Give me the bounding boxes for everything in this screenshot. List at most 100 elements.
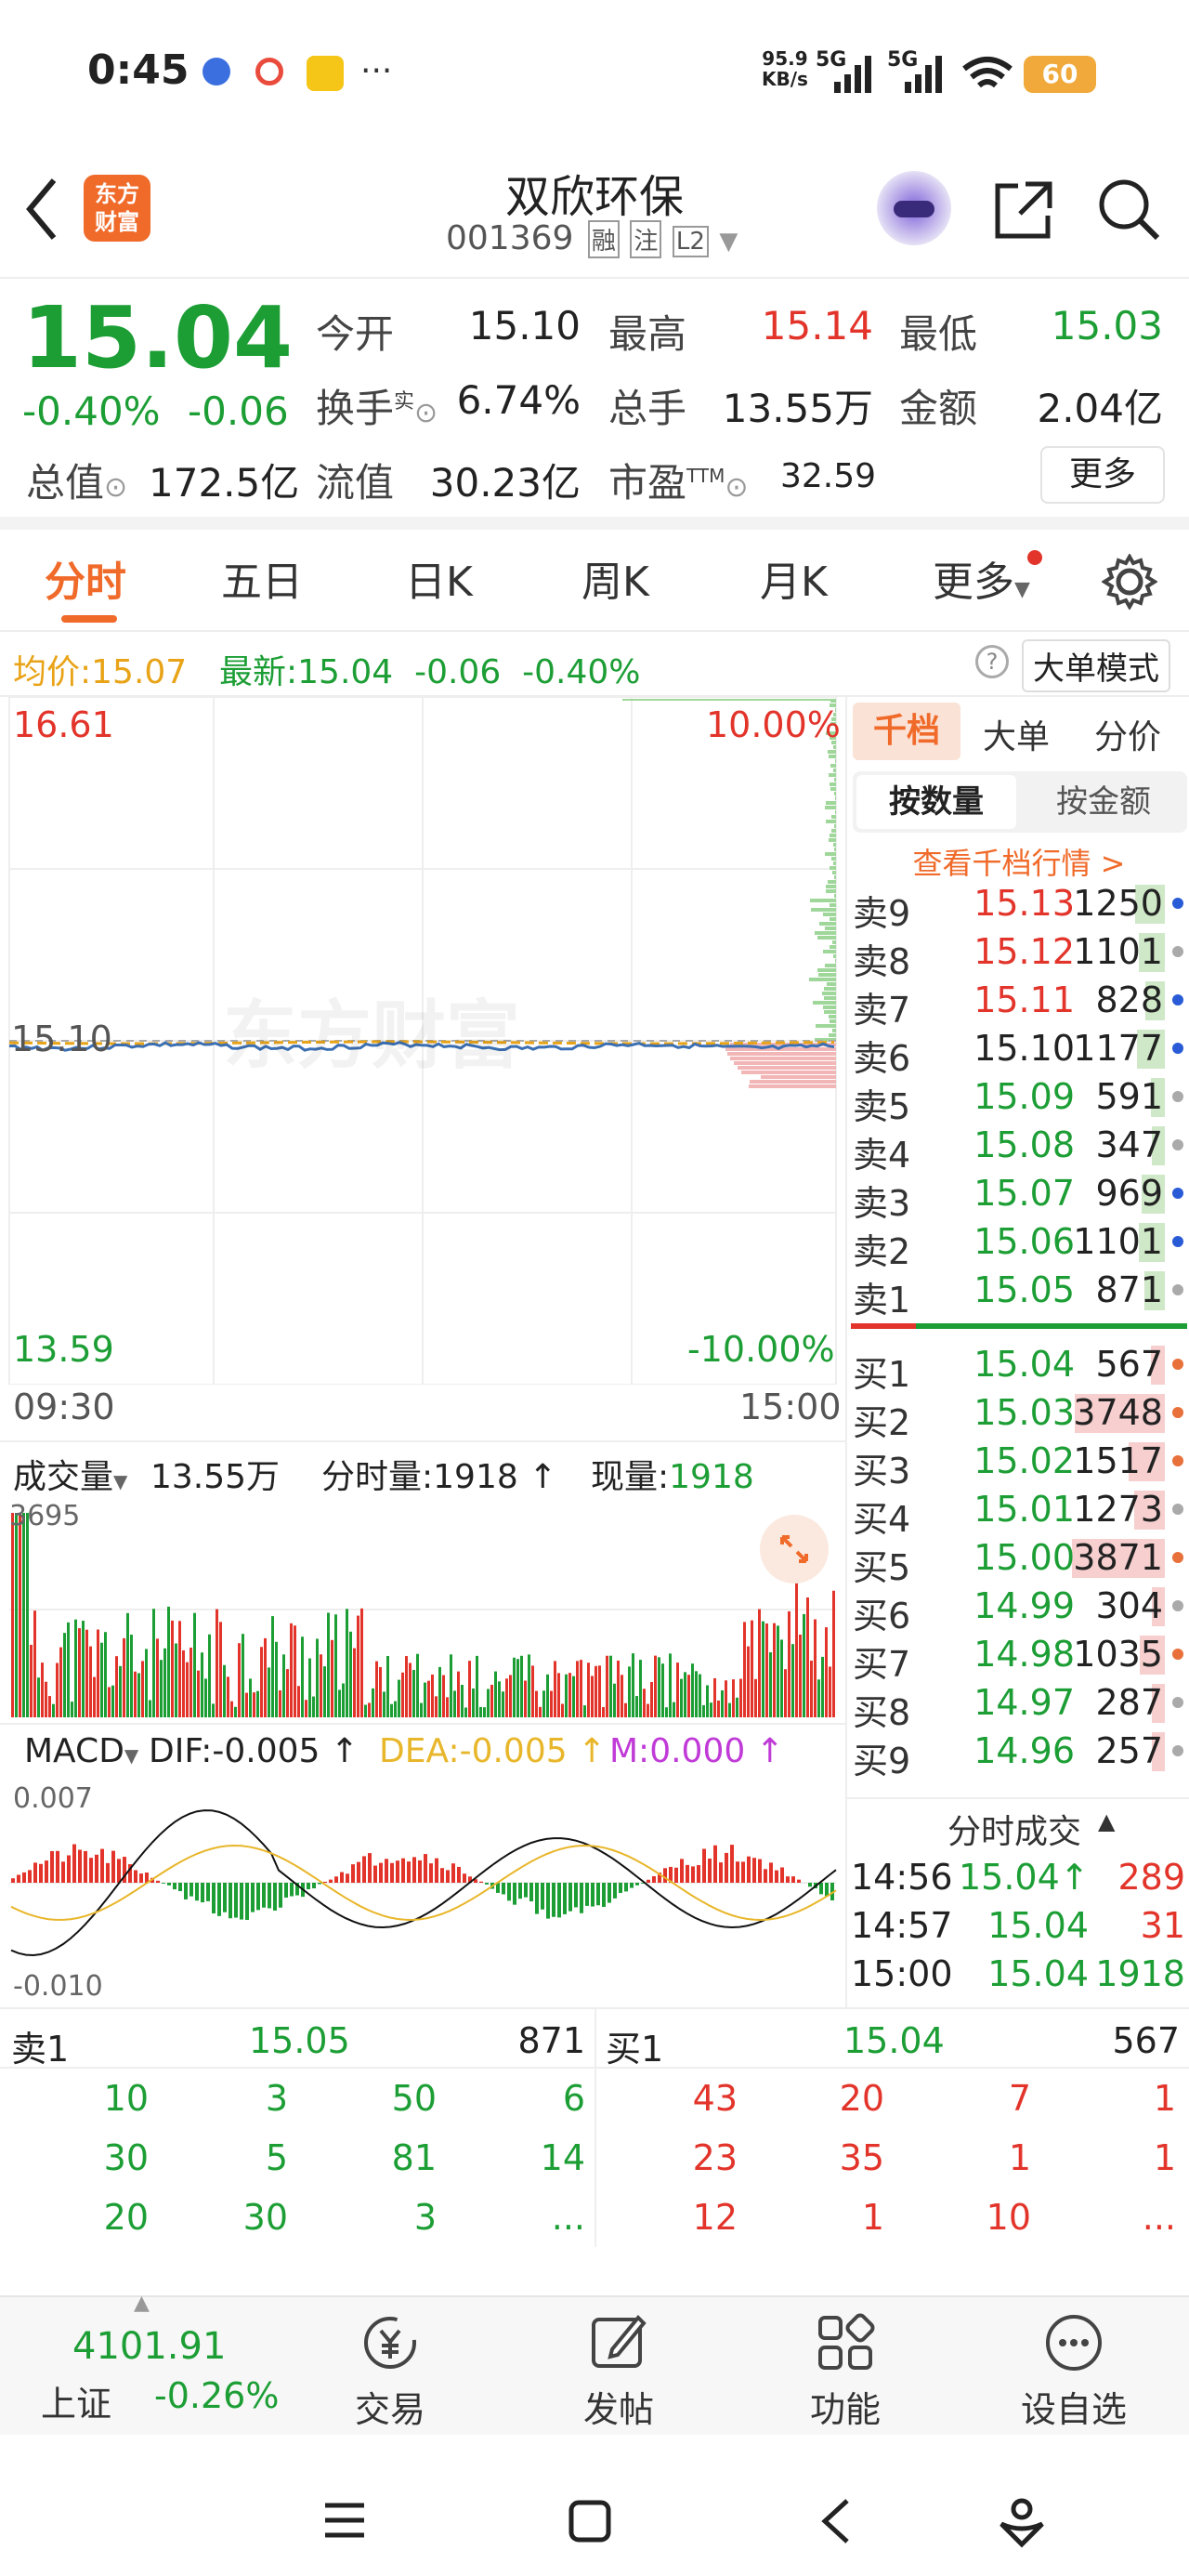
- buy-level-row[interactable]: 买2 15.03 3748: [847, 1388, 1189, 1443]
- volume-bar: [253, 1692, 255, 1717]
- macd-bar: [786, 1876, 790, 1883]
- volume-bar: [182, 1649, 185, 1717]
- intraday-chart-area[interactable]: 16.61 10.00% 15.10 13.59 -10.00% 东方财富 09…: [0, 697, 845, 2007]
- tab-5day[interactable]: 五日: [221, 548, 303, 608]
- macd-bar: [797, 1879, 801, 1883]
- volume-bar: [624, 1702, 627, 1717]
- help-icon[interactable]: ?: [975, 645, 1009, 678]
- macd-bar: [167, 1883, 171, 1886]
- depth-bar: [816, 1024, 836, 1028]
- macd-bar: [84, 1850, 87, 1883]
- tab-price-dist[interactable]: 分价: [1094, 710, 1161, 758]
- sell-level-row[interactable]: 卖2 15.06 1101: [847, 1217, 1189, 1272]
- sell-level-row[interactable]: 卖5 15.09 591: [847, 1072, 1189, 1127]
- macd-chart[interactable]: [0, 1781, 845, 2007]
- macd-dropdown[interactable]: MACD▼: [24, 1732, 138, 1770]
- sell-level-volume: 1250: [1073, 883, 1163, 924]
- change-percent: -0.40%: [22, 388, 161, 434]
- volume-bar: [509, 1675, 512, 1717]
- macd-bar: [379, 1862, 383, 1883]
- buy-level-row[interactable]: 买3 15.02 1517: [847, 1437, 1189, 1492]
- macd-bar: [674, 1867, 678, 1883]
- buy-level-row[interactable]: 买7 14.98 1035: [847, 1630, 1189, 1685]
- buy-level-row[interactable]: 买1 15.04 567: [847, 1340, 1189, 1395]
- add-watchlist-button[interactable]: 设自选: [1000, 2310, 1148, 2432]
- depth-bar: [832, 940, 836, 944]
- volume-bar: [349, 1631, 352, 1717]
- gear-icon[interactable]: [1102, 554, 1157, 610]
- yuan-cycle-icon: [364, 2317, 416, 2369]
- detail-sell-cell: 30: [242, 2197, 288, 2238]
- buy-level-row[interactable]: 买6 14.99 304: [847, 1582, 1189, 1636]
- volume-dropdown[interactable]: 成交量▼: [13, 1450, 127, 1498]
- sell-level-dot: [1172, 1236, 1183, 1247]
- sell-level-row[interactable]: 卖9 15.13 1250: [847, 879, 1189, 934]
- sort-by-amount-button[interactable]: 按金额: [1024, 775, 1183, 829]
- tab-intraday[interactable]: 分时: [45, 548, 126, 608]
- tab-weekly-k[interactable]: 周K: [581, 548, 649, 608]
- volume-bar: [390, 1703, 393, 1717]
- index-ticker[interactable]: ▲ 4101.91 上证 -0.26%: [6, 2292, 279, 2433]
- sort-by-qty-button[interactable]: 按数量: [856, 775, 1016, 829]
- post-button[interactable]: 发帖: [544, 2310, 693, 2432]
- sell-level-row[interactable]: 卖1 15.05 871: [847, 1266, 1189, 1321]
- assistant-icon[interactable]: [996, 2494, 1048, 2548]
- macd-bar: [173, 1883, 176, 1890]
- volume-bar: [401, 1672, 404, 1717]
- detail-sell-cell: 20: [103, 2197, 149, 2238]
- function-button[interactable]: 功能: [771, 2310, 920, 2432]
- tab-more[interactable]: 更多▼: [933, 548, 1030, 608]
- volume-bar: [751, 1620, 753, 1717]
- index-value: 4101.91: [72, 2325, 227, 2368]
- depth-bar: [833, 861, 836, 865]
- buy-level-price: 15.02: [973, 1440, 1075, 1481]
- volume-chart[interactable]: [0, 1498, 845, 1721]
- big-order-mode-button[interactable]: 大单模式: [1022, 639, 1170, 692]
- home-square-icon[interactable]: [567, 2498, 613, 2544]
- sell-level-row[interactable]: 卖3 15.07 969: [847, 1169, 1189, 1224]
- sell-level-row[interactable]: 卖7 15.11 828: [847, 976, 1189, 1031]
- sell-level-row[interactable]: 卖4 15.08 347: [847, 1121, 1189, 1176]
- macd-bar: [624, 1883, 628, 1892]
- view-thousand-link[interactable]: 查看千档行情 >: [847, 840, 1189, 883]
- sell-level-row[interactable]: 卖8 15.12 1101: [847, 927, 1189, 982]
- tab-big-order[interactable]: 大单: [983, 710, 1050, 758]
- macd-bar: [825, 1883, 829, 1897]
- trade-price: 15.04: [987, 1953, 1089, 1994]
- sell-level-volume: 591: [1095, 1076, 1163, 1117]
- clock: 0:45: [87, 46, 189, 94]
- buy-level-dot: [1172, 1552, 1183, 1563]
- volume-bar: [450, 1654, 452, 1717]
- sell-level-row[interactable]: 卖6 15.10 1177: [847, 1024, 1189, 1079]
- macd-bar: [229, 1883, 232, 1919]
- macd-bar: [106, 1862, 110, 1883]
- tab-daily-k[interactable]: 日K: [405, 548, 473, 608]
- tab-thousand-level[interactable]: 千档: [853, 703, 960, 760]
- tab-monthly-k[interactable]: 月K: [760, 548, 828, 608]
- assistant-robot-icon[interactable]: [877, 171, 951, 245]
- more-button[interactable]: 更多: [1040, 446, 1165, 504]
- search-icon[interactable]: [1096, 177, 1161, 242]
- expand-icon[interactable]: [760, 1515, 829, 1584]
- macd-bar: [764, 1869, 767, 1883]
- buy-level-row[interactable]: 买9 14.96 257: [847, 1727, 1189, 1781]
- buy-level-row[interactable]: 买4 15.01 1273: [847, 1485, 1189, 1540]
- buy-level-row[interactable]: 买8 14.97 287: [847, 1678, 1189, 1733]
- back-arrow-icon[interactable]: [24, 177, 61, 242]
- share-icon[interactable]: [992, 177, 1057, 242]
- back-icon[interactable]: [817, 2496, 855, 2546]
- trades-header[interactable]: 分时成交 ▲: [847, 1797, 1189, 1851]
- volume-total: 13.55万: [150, 1458, 281, 1496]
- macd-bar: [262, 1883, 266, 1908]
- depth-bar: [825, 806, 836, 809]
- menu-icon[interactable]: [321, 2500, 368, 2541]
- y-axis-bottom-label: 13.59: [13, 1329, 114, 1370]
- trade-button[interactable]: 交易: [316, 2310, 464, 2432]
- macd-bar: [184, 1883, 188, 1899]
- volume-bar: [483, 1707, 486, 1717]
- macd-bar: [791, 1876, 795, 1883]
- eastmoney-logo[interactable]: 东方 财富: [84, 175, 150, 242]
- stock-code-row[interactable]: 001369 融 注 L2 ▼: [446, 219, 738, 258]
- buy-level-row[interactable]: 买5 15.00 3871: [847, 1533, 1189, 1588]
- volume-bar: [468, 1661, 471, 1717]
